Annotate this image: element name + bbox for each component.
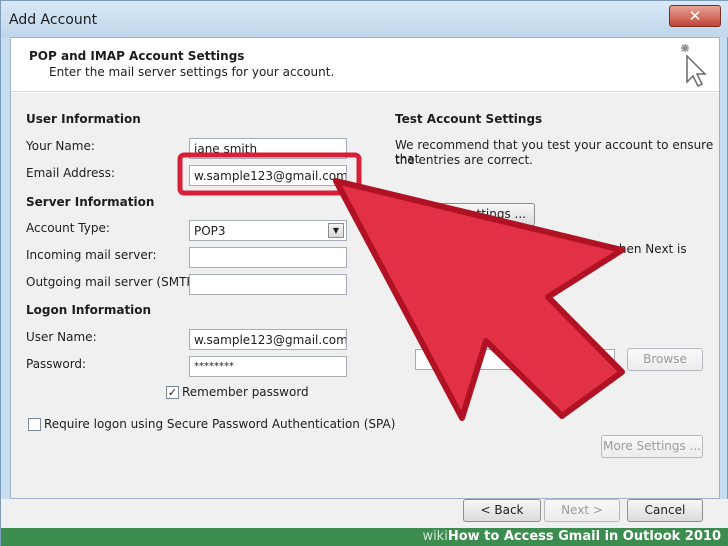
settings-body: User Information Your Name: jane smith E… bbox=[11, 93, 719, 498]
email-address-label: Email Address: bbox=[26, 166, 115, 180]
checkmark-icon: ✓ bbox=[167, 386, 178, 399]
spa-checkbox[interactable] bbox=[28, 418, 41, 431]
wizard-sparkle-icon bbox=[681, 44, 707, 88]
test-on-next-label: s when Next is bbox=[599, 242, 687, 256]
data-file-path-input[interactable] bbox=[415, 349, 615, 370]
server-info-heading: Server Information bbox=[26, 195, 155, 209]
back-button[interactable]: < Back bbox=[463, 499, 541, 522]
next-button[interactable]: Next > bbox=[544, 499, 620, 522]
account-type-value: POP3 bbox=[194, 224, 226, 238]
page-subtitle: Enter the mail server settings for your … bbox=[49, 65, 335, 79]
dropdown-arrow-icon[interactable]: ▼ bbox=[328, 223, 344, 238]
password-label: Password: bbox=[26, 357, 87, 371]
window-title: Add Account bbox=[9, 12, 98, 28]
close-button[interactable]: ✕ bbox=[669, 5, 721, 27]
remember-password-checkbox[interactable]: ✓ bbox=[166, 386, 179, 399]
remember-password-label: Remember password bbox=[182, 385, 309, 399]
user-name-label: User Name: bbox=[26, 330, 97, 344]
cancel-button[interactable]: Cancel bbox=[627, 499, 703, 522]
user-info-heading: User Information bbox=[26, 112, 141, 126]
outgoing-server-label: Outgoing mail server (SMTP): bbox=[26, 275, 203, 289]
watermark-band: wikiHow to Access Gmail in Outlook 2010 bbox=[1, 528, 728, 546]
spa-label: Require logon using Secure Password Auth… bbox=[44, 417, 396, 431]
test-settings-desc-line2: the entries are correct. bbox=[395, 153, 533, 167]
account-type-select[interactable]: POP3 ▼ bbox=[189, 220, 347, 241]
page-title: POP and IMAP Account Settings bbox=[29, 49, 245, 63]
user-name-input[interactable]: w.sample123@gmail.com bbox=[189, 329, 347, 350]
email-address-input[interactable]: w.sample123@gmail.com bbox=[189, 165, 347, 186]
your-name-input[interactable]: jane smith bbox=[189, 138, 347, 159]
outgoing-server-input[interactable] bbox=[189, 274, 347, 295]
more-settings-button[interactable]: More Settings ... bbox=[601, 435, 703, 458]
browse-button[interactable]: Browse bbox=[627, 348, 703, 371]
test-settings-heading: Test Account Settings bbox=[395, 112, 543, 126]
incoming-server-label: Incoming mail server: bbox=[26, 248, 157, 262]
password-input[interactable]: ******** bbox=[189, 356, 347, 377]
logon-info-heading: Logon Information bbox=[26, 303, 152, 317]
watermark-title: How to Access Gmail in Outlook 2010 bbox=[447, 529, 721, 544]
test-account-settings-button[interactable]: ettings ... bbox=[437, 203, 535, 226]
dialog-content: POP and IMAP Account Settings Enter the … bbox=[10, 37, 720, 499]
header-pane: POP and IMAP Account Settings Enter the … bbox=[11, 38, 719, 92]
account-type-label: Account Type: bbox=[26, 221, 110, 235]
your-name-label: Your Name: bbox=[26, 139, 95, 153]
watermark-text: wikiHow to Access Gmail in Outlook 2010 bbox=[422, 529, 721, 544]
incoming-server-input[interactable] bbox=[189, 247, 347, 268]
add-account-dialog: Add Account ✕ POP and IMAP Account Setti… bbox=[0, 0, 728, 546]
title-bar: Add Account ✕ bbox=[1, 1, 728, 37]
watermark-prefix: wiki bbox=[422, 529, 448, 544]
